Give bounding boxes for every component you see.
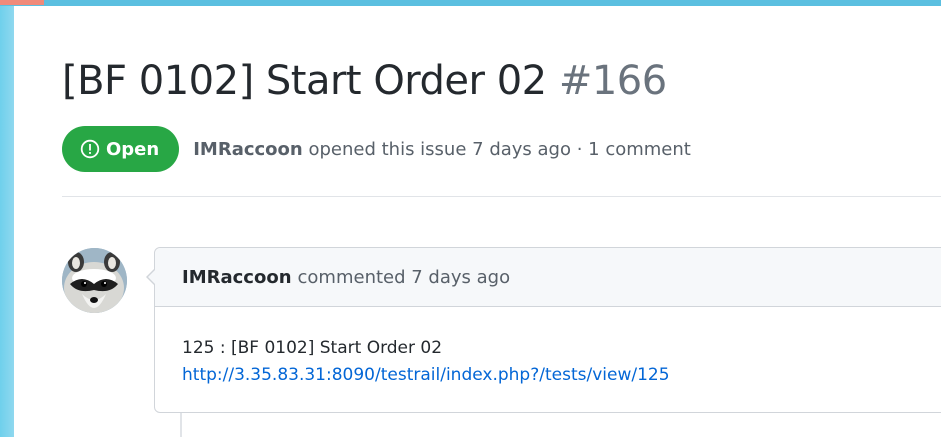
window-accent [0, 0, 44, 5]
raccoon-face-icon [62, 248, 127, 313]
window-left-edge [0, 6, 14, 437]
issue-page: [BF 0102] Start Order 02 #166 Open IMRac… [14, 6, 941, 437]
comment-timestamp-link[interactable]: commented 7 days ago [298, 267, 511, 288]
comment-body: 125 : [BF 0102] Start Order 02 http://3.… [155, 307, 941, 389]
issue-meta-text: IMRaccoon opened this issue 7 days ago ·… [193, 139, 691, 160]
issue-meta: Open IMRaccoon opened this issue 7 days … [62, 126, 691, 172]
issue-title: [BF 0102] Start Order 02 [62, 58, 547, 104]
comment-body-text: 125 : [BF 0102] Start Order 02 [182, 338, 443, 358]
issue-number: #166 [558, 58, 667, 104]
testrail-link[interactable]: http://3.35.83.31:8090/testrail/index.ph… [182, 362, 941, 389]
state-label: Open [106, 138, 160, 160]
issue-author-link[interactable]: IMRaccoon [193, 139, 303, 160]
comment-author-link[interactable]: IMRaccoon [182, 267, 292, 288]
comment-box: IMRaccoon commented 7 days ago 125 : [BF… [146, 247, 941, 413]
comment-pointer-fill [148, 269, 156, 285]
header-divider [62, 196, 941, 197]
issue-title-heading: [BF 0102] Start Order 02 #166 [62, 58, 667, 104]
timeline-connector [180, 413, 182, 437]
comment-header: IMRaccoon commented 7 days ago [155, 248, 941, 307]
issue-meta-suffix: opened this issue 7 days ago · 1 comment [308, 138, 691, 160]
issue-opened-icon [80, 139, 100, 159]
raccoon-avatar[interactable] [62, 248, 127, 313]
state-badge: Open [62, 126, 180, 172]
